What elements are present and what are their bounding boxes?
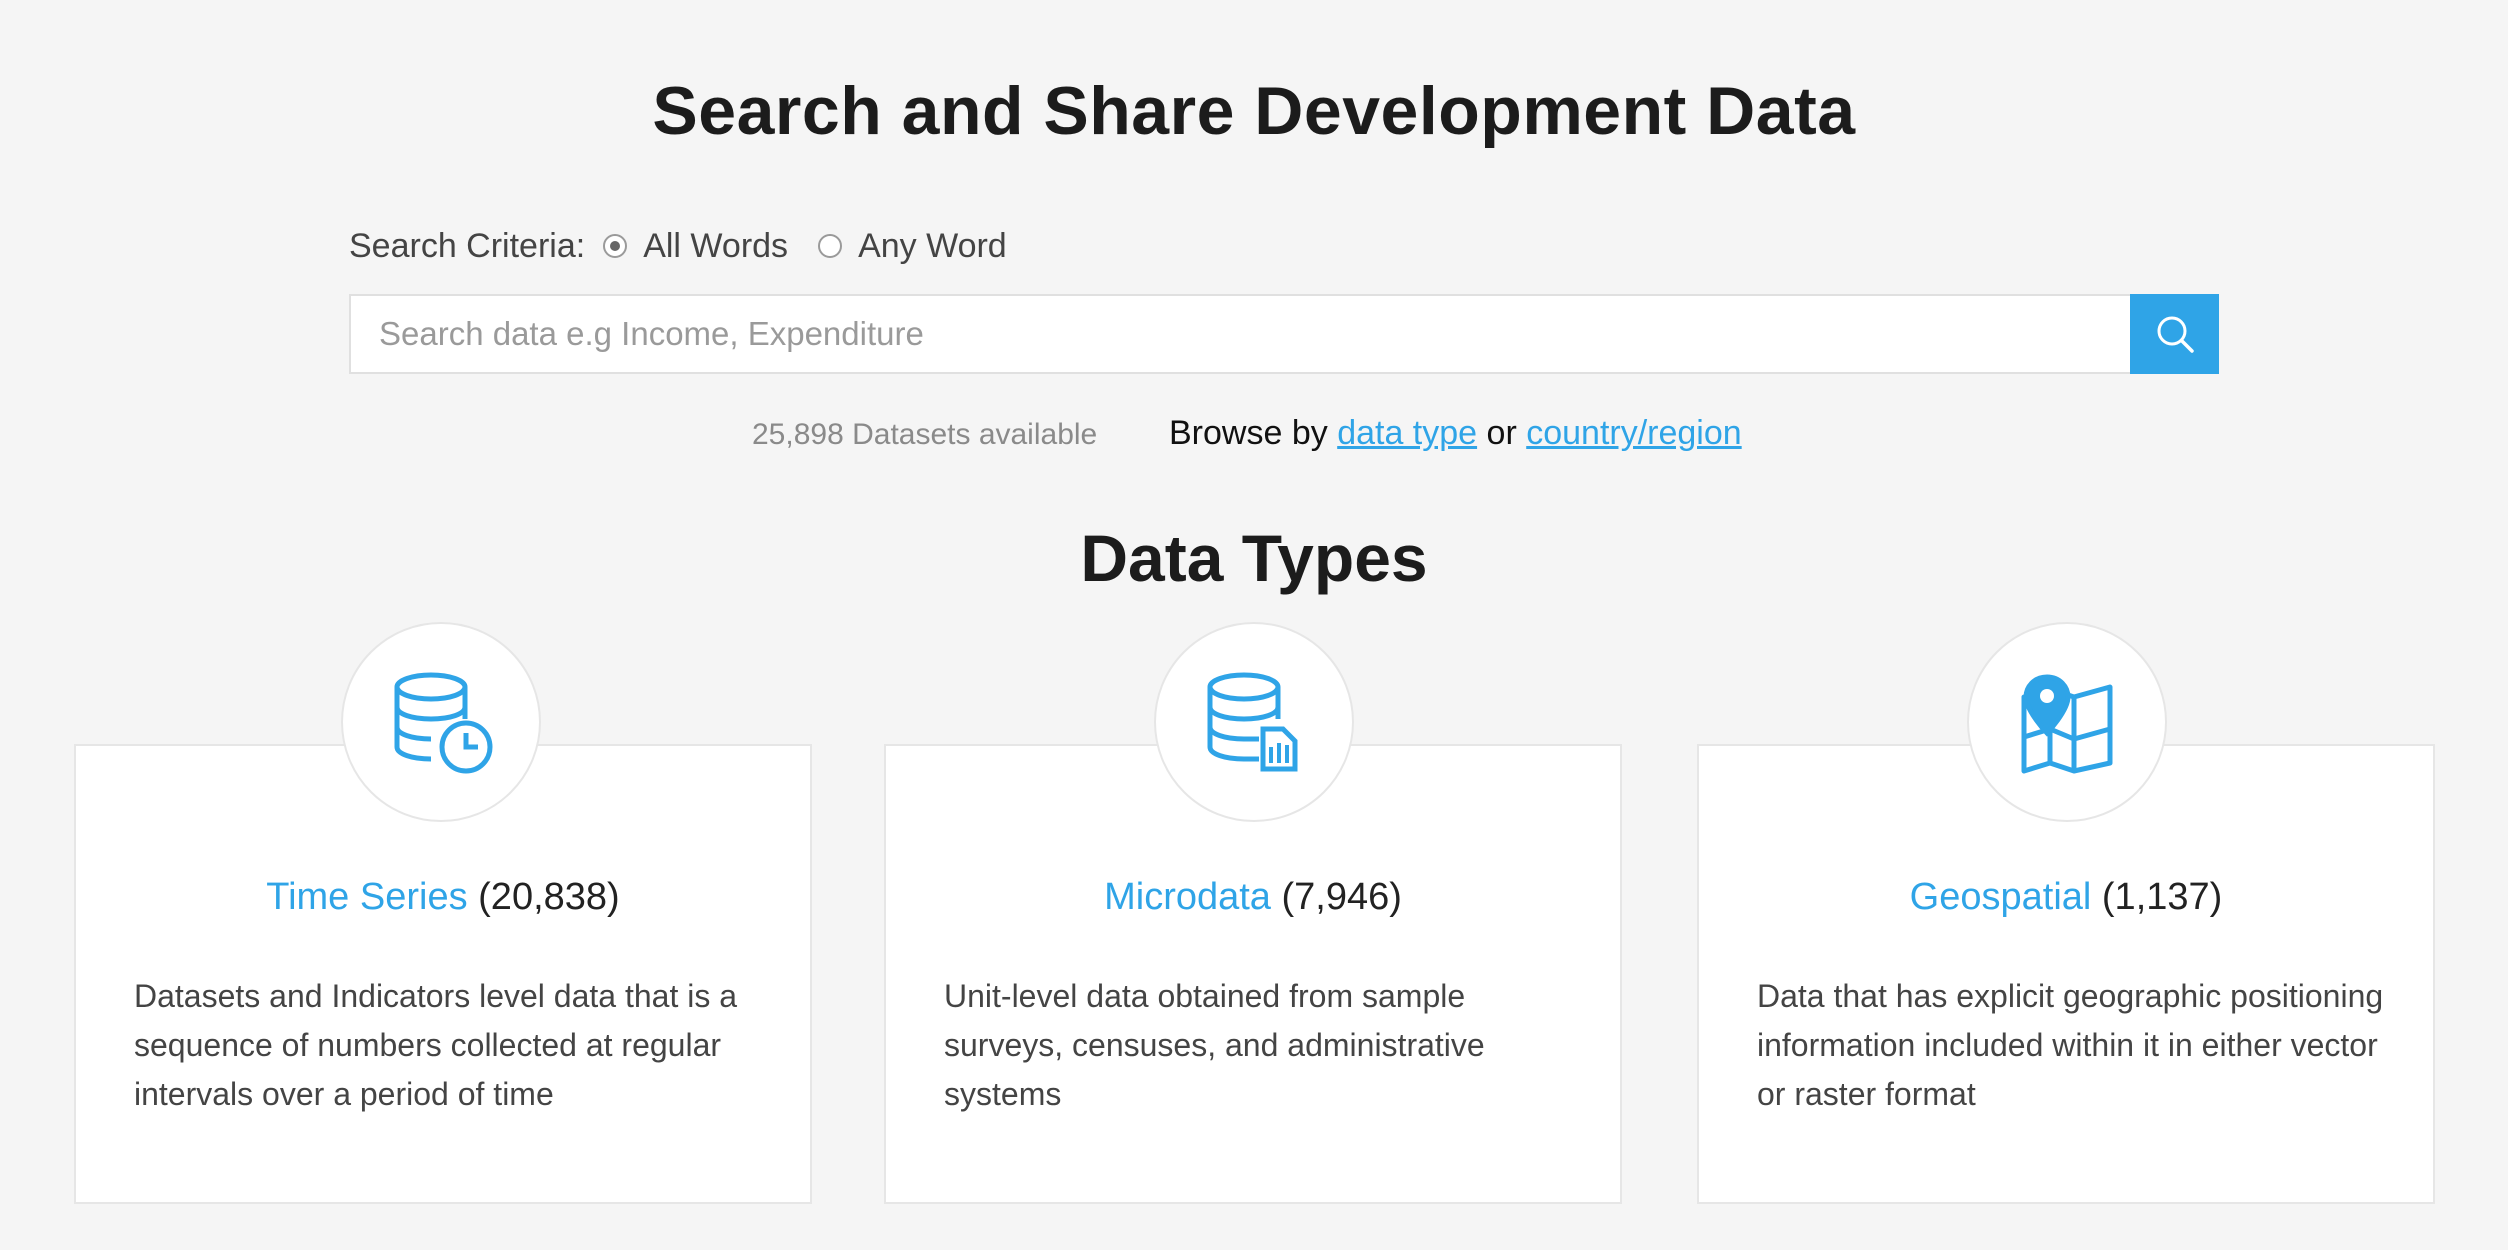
browse-prefix: Browse by xyxy=(1169,414,1328,452)
info-row: 25,898 Datasets available Browse by data… xyxy=(349,404,2219,464)
search-input[interactable] xyxy=(349,294,2130,374)
microdata-description: Unit-level data obtained from sample sur… xyxy=(944,978,1485,1112)
geospatial-count: (1,137) xyxy=(2101,876,2223,918)
microdata-count: (7,946) xyxy=(1281,876,1402,918)
radio-all-words-label[interactable]: All Words xyxy=(643,227,788,266)
radio-all-words-circle[interactable] xyxy=(603,234,628,258)
card-heading-microdata: Microdata (7,946) xyxy=(886,876,1620,919)
time-series-description: Datasets and Indicators level data that … xyxy=(134,978,738,1112)
database-file-icon xyxy=(1207,672,1298,772)
dataset-count: 25,898 Datasets available xyxy=(752,418,1098,451)
radio-any-word-circle[interactable] xyxy=(818,234,843,258)
microdata-icon-circle[interactable] xyxy=(1154,622,1354,822)
search-box xyxy=(349,294,2219,374)
geospatial-description: Data that has explicit geographic positi… xyxy=(1757,978,2384,1112)
radio-any-word[interactable]: Any Word xyxy=(818,227,1007,266)
search-icon xyxy=(2157,316,2194,353)
time-series-count: (20,838) xyxy=(478,876,620,918)
time-series-link[interactable]: Time Series xyxy=(266,876,467,918)
page-title: Search and Share Development Data xyxy=(652,73,1856,149)
data-types-title: Data Types xyxy=(1080,521,1428,595)
geospatial-icon-circle[interactable] xyxy=(1967,622,2167,822)
time-series-icon-circle[interactable] xyxy=(341,622,541,822)
radio-any-word-label[interactable]: Any Word xyxy=(858,227,1007,266)
map-pin-icon xyxy=(2021,674,2113,774)
search-area: Search Criteria: All Words Any Word 25,8… xyxy=(349,222,2219,452)
browse-or: or xyxy=(1486,414,1517,452)
search-criteria-label: Search Criteria: xyxy=(349,226,586,265)
microdata-link[interactable]: Microdata xyxy=(1104,876,1271,918)
card-heading-geospatial: Geospatial (1,137) xyxy=(1699,876,2433,919)
browse-text: Browse by data type or country/region xyxy=(1169,414,1742,453)
card-heading-time-series: Time Series (20,838) xyxy=(76,876,810,919)
search-button[interactable] xyxy=(2130,294,2219,374)
search-criteria-row: Search Criteria: All Words Any Word xyxy=(349,222,2219,270)
radio-all-words[interactable]: All Words xyxy=(603,227,788,266)
geospatial-link[interactable]: Geospatial xyxy=(1910,876,2092,918)
browse-data-type-link[interactable]: data type xyxy=(1337,414,1477,452)
browse-country-region-link[interactable]: country/region xyxy=(1526,414,1741,452)
database-clock-icon xyxy=(394,672,493,774)
